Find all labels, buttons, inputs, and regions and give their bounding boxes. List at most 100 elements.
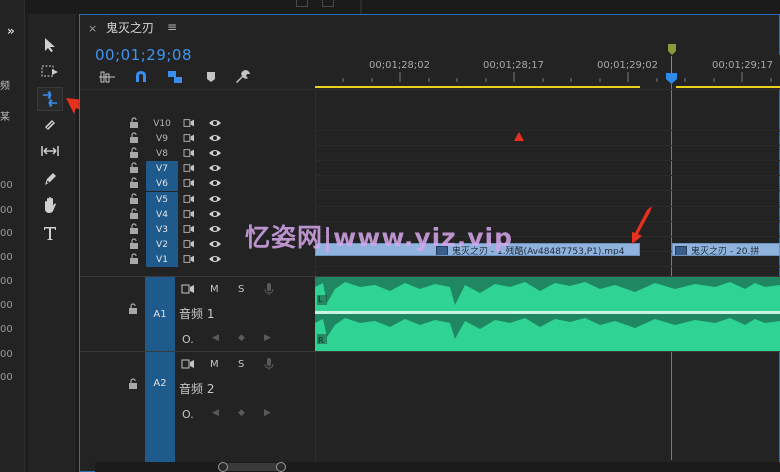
next-keyframe-icon[interactable]: ▶ xyxy=(264,408,271,418)
track-target-button[interactable]: V2 xyxy=(146,237,178,252)
sync-lock-icon[interactable] xyxy=(183,254,195,264)
playhead-timecode[interactable]: 00;01;29;08 xyxy=(95,46,192,64)
camera-icon[interactable] xyxy=(322,0,334,7)
video-clip[interactable]: 鬼灭之刃 - 20.拼 xyxy=(672,243,780,256)
track-target-button[interactable]: V6 xyxy=(146,176,178,191)
track-target-button[interactable]: V1 xyxy=(146,252,178,267)
sync-lock-icon[interactable] xyxy=(183,178,195,188)
sync-lock-icon[interactable] xyxy=(183,163,195,173)
lock-icon[interactable] xyxy=(128,238,140,250)
eye-icon[interactable] xyxy=(208,118,222,128)
work-area-bar[interactable] xyxy=(315,86,640,88)
sync-lock-icon[interactable] xyxy=(183,118,195,128)
track-target-a2[interactable]: A2 xyxy=(145,352,175,462)
sync-lock-icon[interactable] xyxy=(181,358,195,370)
mute-button[interactable]: M xyxy=(210,359,219,370)
lock-icon[interactable] xyxy=(128,223,140,235)
video-track-header: V1 xyxy=(80,252,315,267)
solo-button[interactable]: S xyxy=(238,359,244,370)
eye-icon[interactable] xyxy=(208,178,222,188)
panel-menu-icon[interactable]: ≡ xyxy=(167,20,177,34)
previous-keyframe-icon[interactable]: ◀ xyxy=(212,333,219,343)
solo-button[interactable]: S xyxy=(238,284,244,295)
sync-lock-icon[interactable] xyxy=(181,283,195,295)
razor-tool[interactable] xyxy=(38,114,62,136)
lock-icon[interactable] xyxy=(128,208,140,220)
lock-icon[interactable] xyxy=(128,117,140,129)
project-panel: » 频 某 00 00 00 00 00 00 00 00 00 xyxy=(0,0,25,472)
scroll-handle-left[interactable] xyxy=(218,462,228,472)
linked-selection-icon[interactable] xyxy=(166,70,184,84)
panel-value: 00 xyxy=(0,205,13,216)
sync-lock-icon[interactable] xyxy=(183,194,195,204)
slip-tool[interactable] xyxy=(38,140,62,162)
sync-lock-icon[interactable] xyxy=(183,239,195,249)
eye-icon[interactable] xyxy=(208,163,222,173)
scroll-handle-right[interactable] xyxy=(276,462,286,472)
horizontal-scrollbar[interactable] xyxy=(95,462,780,472)
ruler-timecode: 00;01;28;02 xyxy=(369,60,431,71)
playhead-line[interactable] xyxy=(671,84,672,460)
microphone-icon[interactable] xyxy=(264,357,274,371)
next-keyframe-icon[interactable]: ▶ xyxy=(264,333,271,343)
watermark: 忆姿网|www.yiz.vip xyxy=(245,223,513,252)
snap-icon[interactable] xyxy=(132,70,150,84)
marker-icon[interactable] xyxy=(667,43,677,57)
eye-icon[interactable] xyxy=(208,133,222,143)
close-tab-button[interactable]: × xyxy=(88,22,97,35)
eye-icon[interactable] xyxy=(208,194,222,204)
nest-icon[interactable] xyxy=(98,70,116,84)
add-marker-icon[interactable] xyxy=(202,70,220,84)
sync-lock-icon[interactable] xyxy=(183,209,195,219)
track-target-button[interactable]: V9 xyxy=(146,131,178,146)
pen-tool[interactable] xyxy=(38,168,62,190)
lock-icon[interactable] xyxy=(128,132,140,144)
keyframe-toggle-icon[interactable]: O. xyxy=(182,333,194,346)
panel-value: 00 xyxy=(0,349,13,360)
arrow-cursor-icon xyxy=(45,38,55,52)
track-target-button[interactable]: V8 xyxy=(146,146,178,161)
track-target-button[interactable]: V3 xyxy=(146,222,178,237)
previous-keyframe-icon[interactable]: ◀ xyxy=(212,408,219,418)
sync-lock-icon[interactable] xyxy=(183,148,195,158)
track-target-button[interactable]: V4 xyxy=(146,207,178,222)
track-target-a1[interactable]: A1 xyxy=(145,277,175,351)
track-divider xyxy=(315,190,780,191)
track-divider xyxy=(315,175,780,176)
mute-button[interactable]: M xyxy=(210,284,219,295)
export-frame-icon[interactable] xyxy=(296,0,308,7)
ripple-edit-tool[interactable] xyxy=(37,87,63,111)
lock-icon[interactable] xyxy=(128,303,138,315)
sync-lock-icon[interactable] xyxy=(183,133,195,143)
top-panel-strip xyxy=(0,0,780,14)
lock-icon[interactable] xyxy=(128,147,140,159)
lock-icon[interactable] xyxy=(128,193,140,205)
eye-icon[interactable] xyxy=(208,148,222,158)
track-target-button[interactable]: V10 xyxy=(146,116,178,131)
track-target-button[interactable]: V5 xyxy=(146,192,178,207)
hand-tool[interactable] xyxy=(38,194,62,216)
lock-icon[interactable] xyxy=(128,177,140,189)
eye-icon[interactable] xyxy=(208,209,222,219)
lock-icon[interactable] xyxy=(128,253,140,265)
lock-icon[interactable] xyxy=(128,378,138,390)
double-chevron-right-icon[interactable]: » xyxy=(7,24,15,38)
work-area-bar[interactable] xyxy=(676,86,780,88)
keyframe-toggle-icon[interactable]: O. xyxy=(182,408,194,421)
sync-lock-icon[interactable] xyxy=(183,224,195,234)
wrench-icon[interactable] xyxy=(234,70,252,84)
panel-value: 00 xyxy=(0,252,13,263)
track-divider xyxy=(315,160,780,161)
eye-icon[interactable] xyxy=(208,254,222,264)
sequence-tab-title[interactable]: 鬼灭之刃 xyxy=(106,19,154,36)
selection-tool[interactable] xyxy=(38,34,62,56)
add-keyframe-icon[interactable]: ◆ xyxy=(238,408,245,418)
track-target-button[interactable]: V7 xyxy=(146,161,178,176)
add-keyframe-icon[interactable]: ◆ xyxy=(238,333,245,343)
microphone-icon[interactable] xyxy=(264,282,274,296)
type-tool[interactable] xyxy=(38,222,62,244)
eye-icon[interactable] xyxy=(208,239,222,249)
track-select-forward-tool[interactable] xyxy=(38,60,62,82)
eye-icon[interactable] xyxy=(208,224,222,234)
lock-icon[interactable] xyxy=(128,162,140,174)
